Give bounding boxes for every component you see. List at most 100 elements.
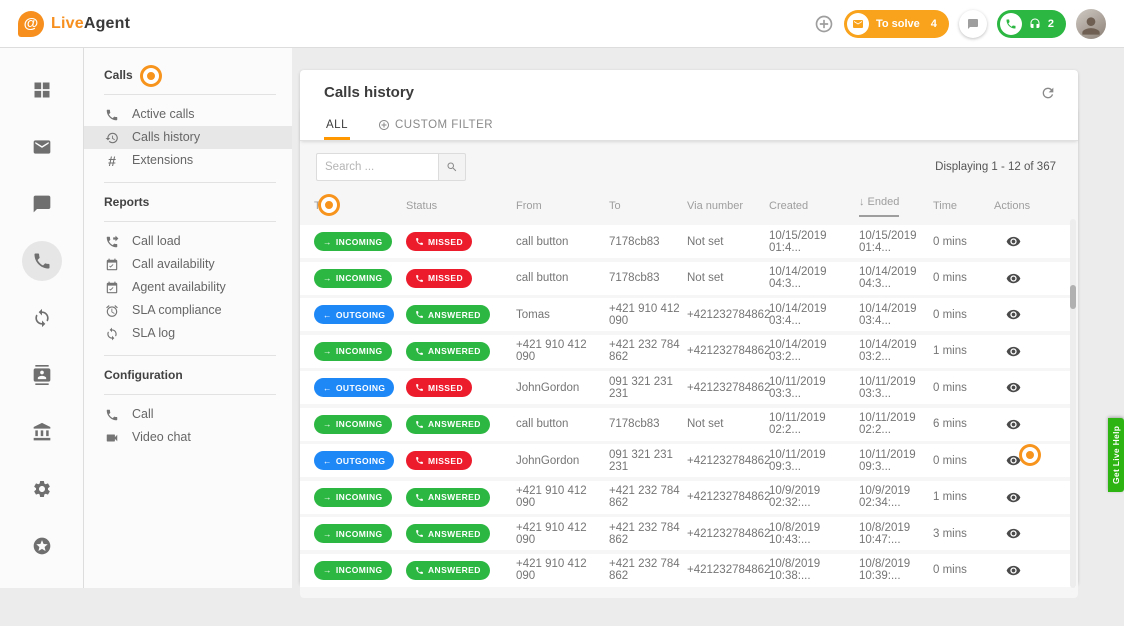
ended-cell: 10/14/2019 03:4...	[859, 303, 933, 327]
rail-item-dashboard[interactable]	[22, 70, 62, 110]
chats-button[interactable]	[959, 10, 987, 38]
status-badge: MISSED	[406, 451, 472, 470]
column-header-to[interactable]: To	[609, 200, 687, 212]
nav-section-reports: Reports	[104, 195, 292, 209]
sidebar-item-call-availability[interactable]: Call availability	[84, 253, 292, 276]
ended-cell: 10/9/2019 02:34:...	[859, 485, 933, 509]
view-call-button[interactable]	[1006, 380, 1021, 395]
sidebar-item-active-calls[interactable]: Active calls	[84, 103, 292, 126]
table-scrollbar[interactable]	[1070, 219, 1076, 588]
column-header-ended[interactable]: ↓ Ended	[859, 196, 933, 217]
rail-item-contacts[interactable]	[22, 355, 62, 395]
tab-custom-filter[interactable]: CUSTOM FILTER	[376, 113, 495, 140]
create-new-button[interactable]	[814, 14, 834, 34]
view-call-button[interactable]	[1006, 526, 1021, 541]
eye-icon	[1006, 453, 1021, 468]
sidebar-item-agent-availability[interactable]: Agent availability	[84, 276, 292, 299]
type-badge: →INCOMING	[314, 269, 392, 288]
to-solve-count: 4	[931, 18, 937, 30]
scrollbar-thumb[interactable]	[1070, 285, 1076, 309]
eye-icon	[1006, 526, 1021, 541]
column-header-from[interactable]: From	[516, 200, 609, 212]
view-call-button[interactable]	[1006, 271, 1021, 286]
via-number-cell: +421232784862	[687, 491, 769, 503]
tab-all[interactable]: All	[324, 113, 350, 140]
sort-desc-icon: ↓	[859, 196, 865, 208]
to-solve-button[interactable]: To solve 4	[844, 10, 949, 38]
sidebar-item-sla-log[interactable]: SLA log	[84, 322, 292, 345]
user-avatar[interactable]	[1076, 9, 1106, 39]
via-number-cell: Not set	[687, 236, 769, 248]
ended-cell: 10/11/2019 02:2...	[859, 412, 933, 436]
rail-item-tickets[interactable]	[22, 127, 62, 167]
to-cell: 7178cb83	[609, 418, 687, 430]
search-input[interactable]	[316, 153, 438, 181]
tab-label: All	[326, 119, 348, 131]
call-row[interactable]: ←OUTGOINGMISSEDJohnGordon091 321 231 231…	[300, 444, 1076, 477]
nav-section-configuration: Configuration	[104, 368, 292, 382]
created-cell: 10/11/2019 03:3...	[769, 376, 859, 400]
view-call-button[interactable]	[1006, 417, 1021, 432]
loop-icon	[32, 308, 52, 328]
rail-item-settings[interactable]	[22, 469, 62, 509]
column-header-created[interactable]: Created	[769, 200, 859, 212]
call-row[interactable]: →INCOMINGANSWERED+421 910 412 090+421 23…	[300, 481, 1076, 514]
brand-logo[interactable]: @ LiveAgent	[18, 11, 130, 37]
call-row[interactable]: ←OUTGOINGMISSEDJohnGordon091 321 231 231…	[300, 371, 1076, 404]
sidebar-item-call-load[interactable]: Call load	[84, 230, 292, 253]
sidebar-item-sla-compliance[interactable]: SLA compliance	[84, 299, 292, 322]
column-header-status[interactable]: Status	[406, 200, 516, 212]
rail-item-ring-groups[interactable]	[22, 298, 62, 338]
filter-tabs: All CUSTOM FILTER	[300, 107, 1078, 141]
sidebar-item-call[interactable]: Call	[84, 403, 292, 426]
time-cell: 6 mins	[933, 418, 994, 430]
rail-item-achievements[interactable]	[22, 526, 62, 566]
rail-item-chats[interactable]	[22, 184, 62, 224]
view-call-button[interactable]	[1006, 490, 1021, 505]
mail-icon	[847, 13, 869, 35]
column-header-actions[interactable]: Actions	[994, 200, 1078, 212]
phone-icon	[415, 493, 424, 502]
column-header-time[interactable]: Time	[933, 200, 994, 212]
calls-button[interactable]: 2	[997, 10, 1066, 38]
rail-item-calls[interactable]	[22, 241, 62, 281]
rail-item-company[interactable]	[22, 412, 62, 452]
from-cell: +421 910 412 090	[516, 485, 609, 509]
view-call-button[interactable]	[1006, 563, 1021, 578]
get-live-help-tab[interactable]: Get Live Help	[1108, 418, 1124, 492]
time-cell: 0 mins	[933, 236, 994, 248]
call-row[interactable]: →INCOMINGANSWERED+421 910 412 090+421 23…	[300, 335, 1076, 368]
search-button[interactable]	[438, 153, 466, 181]
via-number-cell: +421232784862	[687, 309, 769, 321]
view-call-button[interactable]	[1006, 234, 1021, 249]
call-row[interactable]: →INCOMINGANSWERED+421 910 412 090+421 23…	[300, 517, 1076, 550]
annotation-marker-calls	[143, 68, 159, 84]
call-row[interactable]: →INCOMINGMISSEDcall button7178cb83Not se…	[300, 225, 1076, 258]
refresh-icon	[1040, 85, 1056, 101]
call-row[interactable]: ←OUTGOINGANSWEREDTomas+421 910 412 090+4…	[300, 298, 1076, 331]
ended-cell: 10/8/2019 10:39:...	[859, 558, 933, 582]
hash-icon: #	[104, 154, 120, 168]
status-badge: MISSED	[406, 269, 472, 288]
view-call-button[interactable]	[1006, 453, 1021, 468]
via-number-cell: Not set	[687, 272, 769, 284]
from-cell: Tomas	[516, 309, 609, 321]
via-number-cell: +421232784862	[687, 528, 769, 540]
chat-icon	[32, 194, 52, 214]
call-row[interactable]: →INCOMINGANSWEREDcall button7178cb83Not …	[300, 408, 1076, 441]
sidebar-item-video-chat[interactable]: Video chat	[84, 426, 292, 449]
view-call-button[interactable]	[1006, 344, 1021, 359]
gear-icon	[32, 479, 52, 499]
call-row[interactable]: →INCOMINGANSWERED+421 910 412 090+421 23…	[300, 554, 1076, 587]
eye-icon	[1006, 234, 1021, 249]
column-header-via-number[interactable]: Via number	[687, 200, 769, 212]
via-number-cell: +421232784862	[687, 564, 769, 576]
to-cell: +421 232 784 862	[609, 522, 687, 546]
created-cell: 10/14/2019 03:2...	[769, 339, 859, 363]
sidebar-item-extensions[interactable]: #Extensions	[84, 149, 292, 172]
arrow-left-icon: ←	[323, 456, 332, 466]
refresh-button[interactable]	[1040, 85, 1056, 101]
call-row[interactable]: →INCOMINGMISSEDcall button7178cb83Not se…	[300, 262, 1076, 295]
sidebar-item-calls-history[interactable]: Calls history	[84, 126, 292, 149]
view-call-button[interactable]	[1006, 307, 1021, 322]
